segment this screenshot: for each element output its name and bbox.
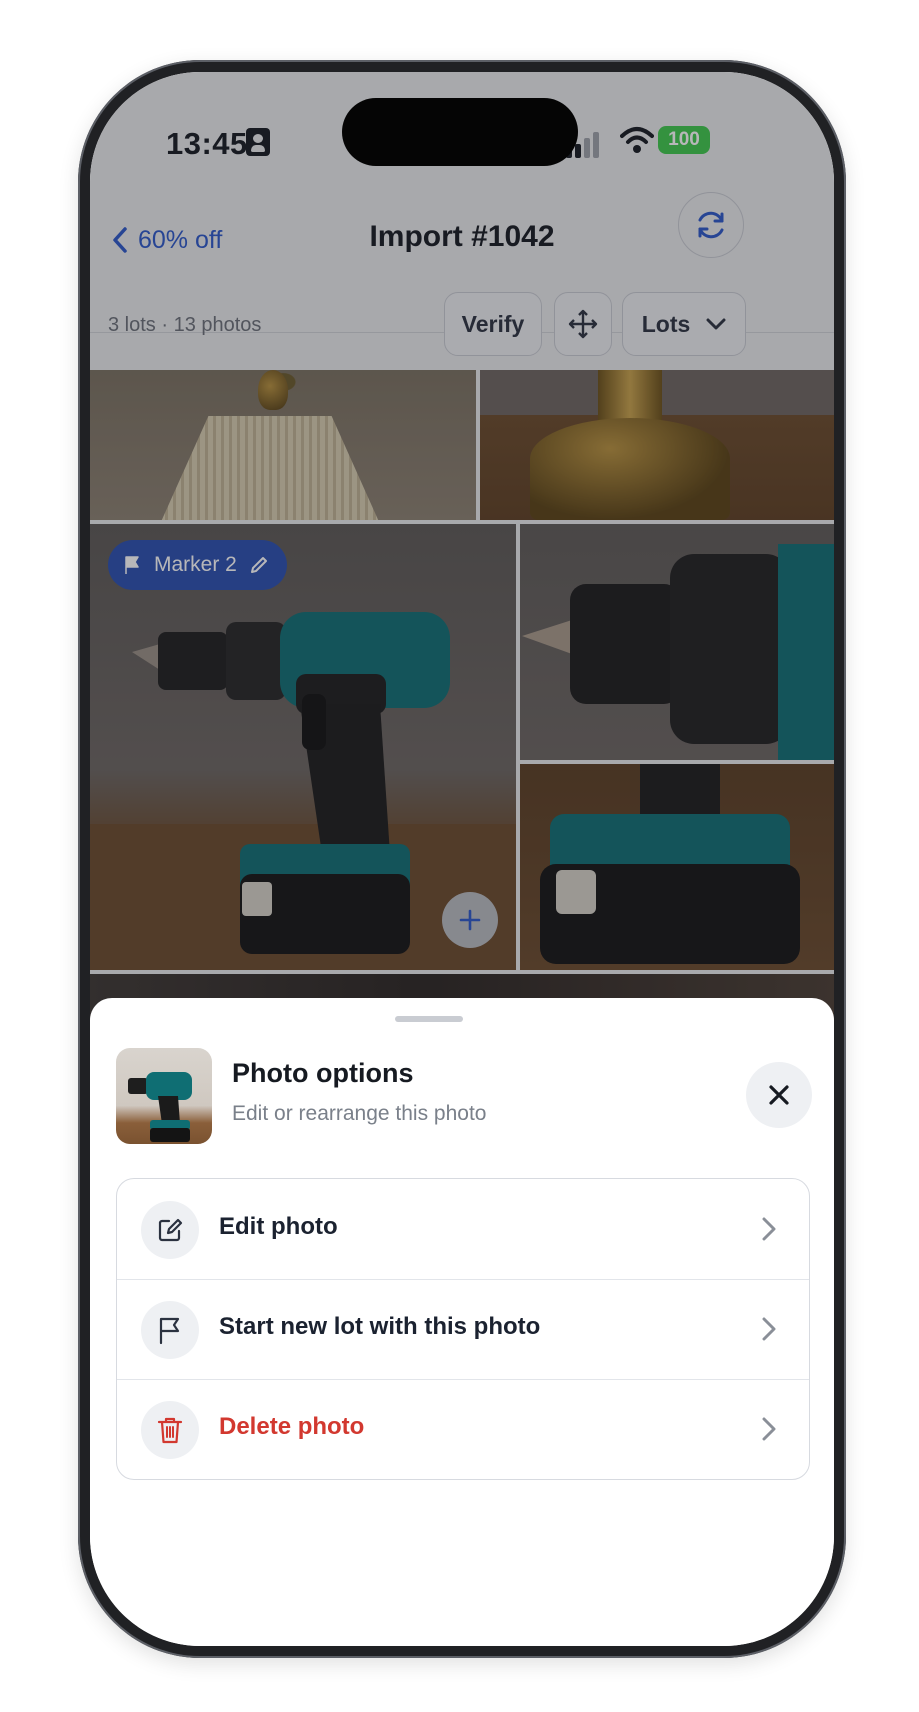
- sheet-subtitle: Edit or rearrange this photo: [232, 1102, 487, 1125]
- edit-icon: [158, 1218, 183, 1242]
- delete-photo-label: Delete photo: [219, 1413, 365, 1440]
- edit-icon-wrap: [141, 1201, 199, 1259]
- start-new-lot-label: Start new lot with this photo: [219, 1313, 541, 1340]
- options-list: Edit photo Start new lot with this photo: [116, 1178, 810, 1480]
- flag-icon: [159, 1317, 180, 1345]
- close-icon: [769, 1085, 789, 1105]
- screen: 13:45 100 60% off Import #1042 3 lots · …: [90, 72, 834, 1646]
- trash-icon-wrap: [141, 1401, 199, 1459]
- chevron-right-icon: [762, 1317, 776, 1341]
- dynamic-island: [342, 98, 578, 166]
- drill-thumbnail-illustration: [128, 1072, 192, 1142]
- edit-photo-label: Edit photo: [219, 1213, 338, 1240]
- modal-scrim[interactable]: [90, 72, 834, 1092]
- delete-photo-option[interactable]: Delete photo: [117, 1379, 809, 1479]
- close-button[interactable]: [746, 1062, 812, 1128]
- chevron-right-icon: [762, 1417, 776, 1441]
- edit-photo-option[interactable]: Edit photo: [117, 1179, 809, 1279]
- phone-frame: 13:45 100 60% off Import #1042 3 lots · …: [78, 60, 846, 1658]
- sheet-grabber[interactable]: [395, 1016, 463, 1022]
- photo-thumbnail: [116, 1048, 212, 1144]
- sheet-title: Photo options: [232, 1058, 414, 1088]
- start-new-lot-option[interactable]: Start new lot with this photo: [117, 1279, 809, 1379]
- trash-icon: [157, 1417, 183, 1444]
- flag-icon-wrap: [141, 1301, 199, 1359]
- photo-options-sheet: Photo options Edit or rearrange this pho…: [90, 998, 834, 1646]
- chevron-right-icon: [762, 1217, 776, 1241]
